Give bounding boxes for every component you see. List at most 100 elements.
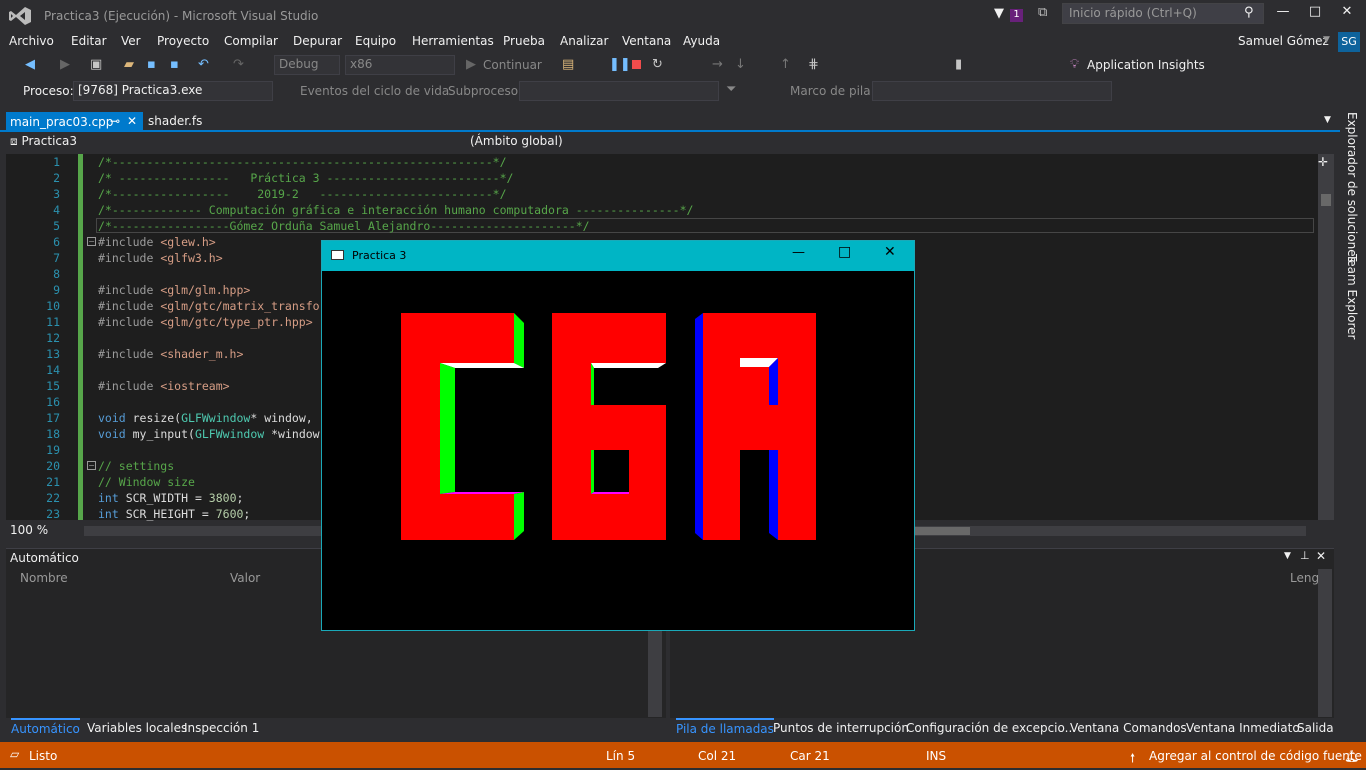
lightbulb-icon[interactable]: 💡︎ — [1070, 57, 1079, 72]
code-line[interactable]: #include <glm/gtc/type_ptr.hpp> — [98, 315, 313, 329]
vertical-scrollbar[interactable] — [1318, 154, 1334, 520]
menu-ventana[interactable]: Ventana — [622, 34, 671, 48]
code-line[interactable]: void resize(GLFWwindow* window, — [98, 411, 313, 425]
minimize-button[interactable]: — — [1268, 4, 1298, 24]
thread-select[interactable] — [519, 81, 719, 101]
zoom-select[interactable]: 100 % — [6, 522, 66, 542]
threads-icon[interactable]: ⋕ — [808, 57, 819, 72]
undo-icon[interactable]: ↶ — [198, 57, 209, 72]
maximize-button[interactable]: □ — [1300, 4, 1330, 24]
tab-autos[interactable]: Automático — [11, 718, 80, 736]
pause-icon[interactable]: ❚❚ — [609, 57, 631, 72]
code-line[interactable]: /*------------- Computación gráfica e in… — [98, 203, 693, 217]
code-line[interactable]: int SCR_WIDTH = 3800; — [98, 491, 243, 505]
continue-button[interactable]: Continuar — [483, 58, 542, 72]
code-line[interactable]: #include <glew.h> — [98, 235, 216, 249]
menu-compilar[interactable]: Compilar — [224, 34, 278, 48]
menu-ver[interactable]: Ver — [121, 34, 141, 48]
code-line[interactable]: #include <iostream> — [98, 379, 230, 393]
save-all-icon[interactable]: ▪ — [170, 57, 179, 72]
tab-watch[interactable]: Inspección 1 — [184, 721, 259, 735]
menu-herramientas[interactable]: Herramientas — [412, 34, 494, 48]
global-scope-select[interactable]: (Ámbito global) — [452, 133, 890, 153]
filter-threads-icon[interactable]: ⏷ — [726, 82, 736, 97]
breakpoint-icon[interactable]: ▮ — [955, 57, 962, 72]
step-over-icon[interactable]: → — [712, 57, 723, 72]
application-insights-button[interactable]: Application Insights — [1087, 58, 1205, 72]
gl-minimize-button[interactable]: — — [792, 245, 810, 260]
chevron-down-icon[interactable]: ▼ — [1323, 35, 1330, 45]
code-line[interactable]: #include <glm/glm.hpp> — [98, 283, 250, 297]
code-line[interactable]: #include <glfw3.h> — [98, 251, 223, 265]
code-line[interactable]: #include <shader_m.h> — [98, 347, 243, 361]
feedback-icon[interactable]: ⧉ — [1038, 5, 1047, 20]
menu-analizar[interactable]: Analizar — [560, 34, 608, 48]
code-line[interactable]: void my_input(GLFWwindow *window — [98, 427, 320, 441]
tab-overflow-icon[interactable]: ▼ — [1324, 115, 1331, 125]
tab-command-window[interactable]: Ventana Comandos — [1070, 721, 1187, 735]
code-line[interactable]: /*-----------------Gómez Orduña Samuel A… — [98, 219, 590, 233]
step-out-icon[interactable]: ↑ — [780, 57, 791, 72]
filter-icon[interactable]: ▼ — [994, 6, 1004, 21]
notification-badge[interactable]: 1 — [1010, 9, 1023, 22]
menu-equipo[interactable]: Equipo — [355, 34, 396, 48]
tab-exception-settings[interactable]: Configuración de excepcio... — [906, 721, 1076, 735]
code-line[interactable]: #include <glm/gtc/matrix_transfo — [98, 299, 320, 313]
tab-main-prac03[interactable]: main_prac03.cpp ⊸ ✕ — [6, 112, 143, 132]
collapse-icon[interactable]: − — [87, 237, 96, 246]
debug-target-icon[interactable]: ▤ — [562, 57, 574, 72]
menu-editar[interactable]: Editar — [71, 34, 107, 48]
tab-locals[interactable]: Variables locales — [87, 721, 187, 735]
tab-immediate-window[interactable]: Ventana Inmediato — [1186, 721, 1300, 735]
language-column-header[interactable]: Leng — [1290, 571, 1319, 585]
call-stack-scrollbar[interactable] — [1318, 569, 1332, 717]
forward-icon[interactable]: ▶ — [60, 57, 70, 72]
tab-call-stack[interactable]: Pila de llamadas — [676, 718, 774, 736]
solution-explorer-tab[interactable]: Explorador de soluciones — [1345, 112, 1359, 263]
opengl-title-bar[interactable]: Practica 3 — □ ✕ — [322, 241, 914, 271]
code-line[interactable]: // Window size — [98, 475, 195, 489]
value-column-header[interactable]: Valor — [230, 571, 260, 585]
stack-frame-select[interactable] — [872, 81, 1112, 101]
close-tab-icon[interactable]: ✕ — [127, 114, 137, 128]
name-column-header[interactable]: Nombre — [20, 571, 68, 585]
save-icon[interactable]: ▪ — [147, 57, 156, 72]
tab-output[interactable]: Salida — [1297, 721, 1334, 735]
menu-ayuda[interactable]: Ayuda — [683, 34, 720, 48]
process-select[interactable]: [9768] Practica3.exe — [73, 81, 273, 101]
tab-shader-fs[interactable]: shader.fs — [148, 114, 202, 128]
gl-maximize-button[interactable]: □ — [838, 244, 856, 260]
collapse-icon[interactable]: − — [87, 461, 96, 470]
quick-launch-input[interactable]: Inicio rápido (Ctrl+Q) — [1062, 3, 1264, 24]
open-folder-icon[interactable]: ▰ — [124, 57, 134, 72]
lifecycle-events-button[interactable]: Eventos del ciclo de vida — [300, 84, 449, 98]
redo-icon[interactable]: ↷ — [233, 57, 244, 72]
menu-archivo[interactable]: Archivo — [9, 34, 54, 48]
tab-breakpoints[interactable]: Puntos de interrupción — [773, 721, 909, 735]
restart-icon[interactable]: ↻ — [652, 57, 663, 72]
code-line[interactable]: int SCR_HEIGHT = 7600; — [98, 507, 250, 521]
search-icon[interactable]: ⚲ — [1244, 5, 1254, 20]
pin-pane-icon[interactable]: ⊥ — [1300, 549, 1310, 562]
platform-select[interactable]: x86 — [345, 55, 455, 75]
source-control-button[interactable]: Agregar al control de código fuente — [1149, 749, 1362, 763]
avatar[interactable]: SG — [1338, 32, 1360, 52]
menu-proyecto[interactable]: Proyecto — [157, 34, 209, 48]
pane-options-icon[interactable]: ▼ — [1284, 551, 1291, 561]
new-project-icon[interactable]: ▣ — [90, 57, 102, 72]
gl-close-button[interactable]: ✕ — [884, 244, 902, 260]
close-pane-icon[interactable]: ✕ — [1316, 549, 1326, 563]
member-select[interactable] — [894, 133, 1314, 153]
menu-depurar[interactable]: Depurar — [293, 34, 342, 48]
bell-icon[interactable]: 🔔︎ — [1344, 749, 1359, 763]
close-button[interactable]: ✕ — [1332, 4, 1362, 24]
code-line[interactable]: // settings — [98, 459, 174, 473]
stop-icon[interactable] — [632, 60, 641, 69]
code-line[interactable]: /*--------------------------------------… — [98, 155, 507, 169]
back-icon[interactable]: ◀ — [25, 57, 35, 72]
continue-icon[interactable]: ▶ — [466, 57, 476, 72]
menu-prueba[interactable]: Prueba — [503, 34, 545, 48]
code-line[interactable]: /*----------------- 2019-2 -------------… — [98, 187, 507, 201]
project-scope-select[interactable]: ⧈ Practica3 — [6, 133, 448, 153]
user-name[interactable]: Samuel Gómez — [1238, 34, 1329, 48]
